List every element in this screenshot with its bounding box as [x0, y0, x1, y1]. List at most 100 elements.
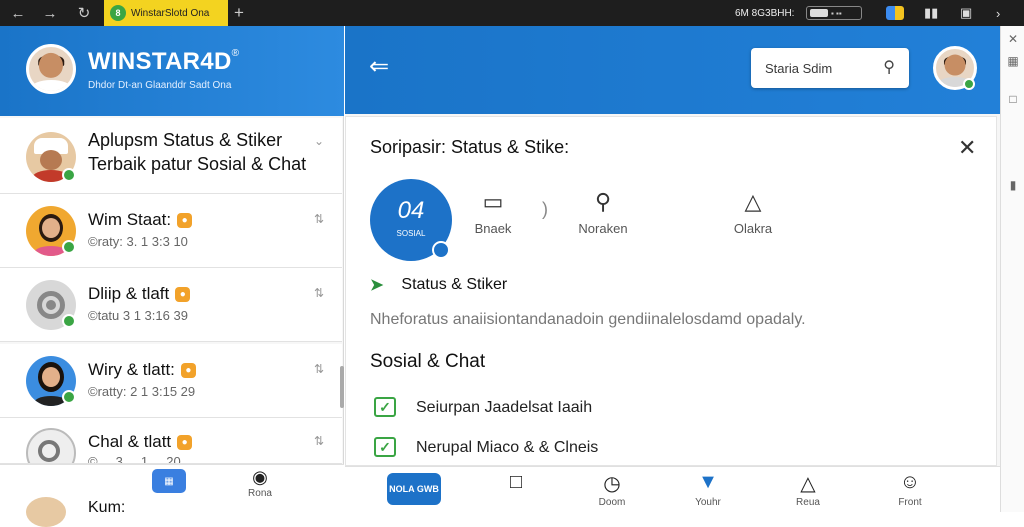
checkbox[interactable]: ✓: [374, 437, 396, 457]
status-line-text: Status & Stiker: [401, 276, 508, 293]
status-text: 6M 8G3BHH:: [735, 7, 795, 19]
video-icon: ▼: [698, 471, 718, 493]
detail-panel: ⇐ Staria Sdim ⚲ Soripasir: Status & Stik…: [345, 26, 1000, 512]
chat-list-item[interactable]: Wim Staat: ● ©raty: 3. 1 3:3 10 ⇅: [0, 194, 342, 268]
close-icon[interactable]: ✕: [1005, 32, 1021, 48]
section-title: Sosial & Chat: [370, 351, 486, 372]
chat-list-item[interactable]: Chal & tlatt ● © ... 3 ... 1 ... 20 ⇅: [0, 418, 342, 464]
checkbox-label: Seiurpan Jaadelsat Iaaih: [416, 399, 593, 416]
chat-timestamp: ©tatu 3 1 3:16 39: [88, 308, 188, 323]
status-line[interactable]: ➤ Status & Stiker: [370, 275, 507, 295]
search-placeholder: Staria Sdim: [765, 60, 833, 76]
status-card: Soripasir: Status & Stike: ✕ 04 SOSIAL ▭…: [345, 116, 997, 466]
action-label: Bnaek: [474, 221, 512, 236]
home-icon: ◉: [252, 467, 268, 487]
chat-name-line2: Terbaik patur Sosial & Chat: [88, 154, 307, 174]
battery-fill: [810, 9, 828, 17]
chat-timestamp: ©raty: 3. 1 3:3 10: [88, 234, 188, 249]
add-status-badge[interactable]: [432, 241, 450, 259]
status-logo-icon: ➤: [370, 277, 384, 294]
right-bottom-nav: NOLA GWB □ ◷ Doom ▼ Youhr △ Reua ☺ Front: [345, 466, 1000, 512]
nav-label: Doom: [598, 497, 626, 508]
online-indicator: [62, 168, 76, 182]
action-item[interactable]: ▭ Bnaek: [448, 189, 538, 236]
chevron-right-icon[interactable]: ›: [996, 0, 1000, 26]
brand-logo: WINSTAR4D®: [88, 48, 240, 75]
mute-icon[interactable]: ⇅: [314, 362, 324, 376]
download-icon[interactable]: ▣: [960, 0, 972, 26]
mail-icon[interactable]: □: [1005, 92, 1021, 108]
action-item[interactable]: ⚲ Noraken: [558, 189, 648, 236]
brand-tagline: Dhdor Dt-an Glaanddr Sadt Ona: [88, 80, 232, 91]
search-icon[interactable]: ⚲: [883, 57, 895, 77]
chat-list-item[interactable]: Wiry & tlatt: ● ©ratty: 2 1 3:15 29 ⇅: [0, 344, 342, 418]
nav-video[interactable]: ▼ Youhr: [673, 471, 743, 508]
forward-arrow-icon[interactable]: →: [38, 0, 62, 26]
nav-facebook[interactable]: □: [481, 471, 551, 497]
search-box[interactable]: Staria Sdim ⚲: [751, 48, 909, 88]
battery-text: ▪ ▪▪: [831, 8, 842, 18]
scrollbar-thumb[interactable]: [340, 366, 344, 408]
clock-icon: ◷: [603, 473, 621, 495]
alert-triangle-icon: △: [800, 473, 816, 495]
nav-label: Rona: [248, 488, 272, 499]
chat-list-item[interactable]: Aplupsm Status & Stiker Terbaik patur So…: [0, 118, 342, 194]
browser-tab[interactable]: 8 WinstarSlotd Ona: [104, 0, 228, 26]
shield-badge-icon: ●: [177, 435, 193, 451]
online-indicator: [62, 240, 76, 254]
grid-icon[interactable]: ▦: [1005, 54, 1021, 70]
chat-avatar: [26, 428, 76, 463]
nav-label: Youhr: [695, 497, 721, 508]
panel-icon[interactable]: ▮: [1005, 178, 1021, 194]
left-bottom-nav: Kum: ▦ ◉ Rona: [0, 464, 344, 527]
profile-avatar[interactable]: [26, 44, 76, 94]
nav-clock[interactable]: ◷ Doom: [577, 471, 647, 508]
separator-icon: ): [542, 199, 548, 219]
online-indicator: [62, 390, 76, 404]
nav-alerts[interactable]: △ Reua: [773, 471, 843, 508]
chevron-down-icon[interactable]: ⌄: [314, 134, 324, 148]
chat-name: Aplupsm Status & Stiker: [88, 130, 283, 150]
detail-header: ⇐ Staria Sdim ⚲: [345, 26, 1000, 114]
nav-home[interactable]: ◉ Rona: [230, 467, 290, 499]
chat-timestamp: ©ratty: 2 1 3:15 29: [88, 384, 196, 399]
status-count: 04: [397, 197, 425, 224]
shield-badge-icon: ●: [180, 363, 196, 379]
battery-indicator: ▪ ▪▪: [806, 6, 862, 20]
mute-icon[interactable]: ⇅: [314, 212, 324, 226]
status-count-label: SOSIAL: [396, 229, 426, 238]
chat-name: Chal & tlatt ●: [88, 432, 193, 452]
online-indicator: [62, 314, 76, 328]
chat-name: Kum:: [88, 499, 126, 516]
close-icon[interactable]: ✕: [958, 135, 976, 161]
tab-title: WinstarSlotd Ona: [131, 7, 210, 19]
back-arrow-icon[interactable]: ←: [6, 0, 30, 26]
facebook-icon: □: [509, 471, 523, 493]
checkbox[interactable]: ✓: [374, 397, 396, 417]
side-rail: ✕ ▦ □ ▮: [1000, 26, 1024, 512]
nav-profile[interactable]: ☺ Front: [875, 471, 945, 508]
reload-icon[interactable]: ↻: [72, 0, 96, 26]
browser-toolbar: ← → ↻ 8 WinstarSlotd Ona + 6M 8G3BHH: ▪ …: [0, 0, 1024, 26]
checkbox-label: Nerupal Miaco & & Clneis: [416, 439, 599, 456]
left-header: WINSTAR4D® Dhdor Dt-an Glaanddr Sadt Ona: [0, 26, 344, 116]
chat-list-item[interactable]: Dliip & tlaft ● ©tatu 3 1 3:16 39 ⇅: [0, 268, 342, 342]
chat-name: Wiry & tlatt: ●: [88, 360, 196, 380]
app-grid-icon[interactable]: ▦: [152, 469, 186, 493]
new-tab-plus-icon[interactable]: +: [234, 0, 244, 26]
shield-badge-icon: ●: [177, 213, 193, 229]
status-count-circle[interactable]: 04 SOSIAL: [370, 179, 452, 261]
description-text: Nheforatus anaiisiontandanadoin gendiina…: [370, 311, 806, 328]
chat-list-panel: WINSTAR4D® Dhdor Dt-an Glaanddr Sadt Ona…: [0, 26, 344, 527]
action-label: Noraken: [578, 221, 628, 236]
extension-icon[interactable]: [886, 6, 904, 20]
location-pin-icon: ⚲: [594, 189, 612, 214]
app-icon[interactable]: NOLA GWB: [387, 473, 441, 505]
mute-icon[interactable]: ⇅: [314, 434, 324, 448]
action-item[interactable]: △ Olakra: [708, 189, 798, 236]
bookmark-icon[interactable]: ▮▮: [924, 0, 938, 26]
back-arrow-icon[interactable]: ⇐: [369, 52, 389, 81]
nav-label: Reua: [796, 497, 820, 508]
nav-label: Front: [898, 497, 922, 508]
mute-icon[interactable]: ⇅: [314, 286, 324, 300]
